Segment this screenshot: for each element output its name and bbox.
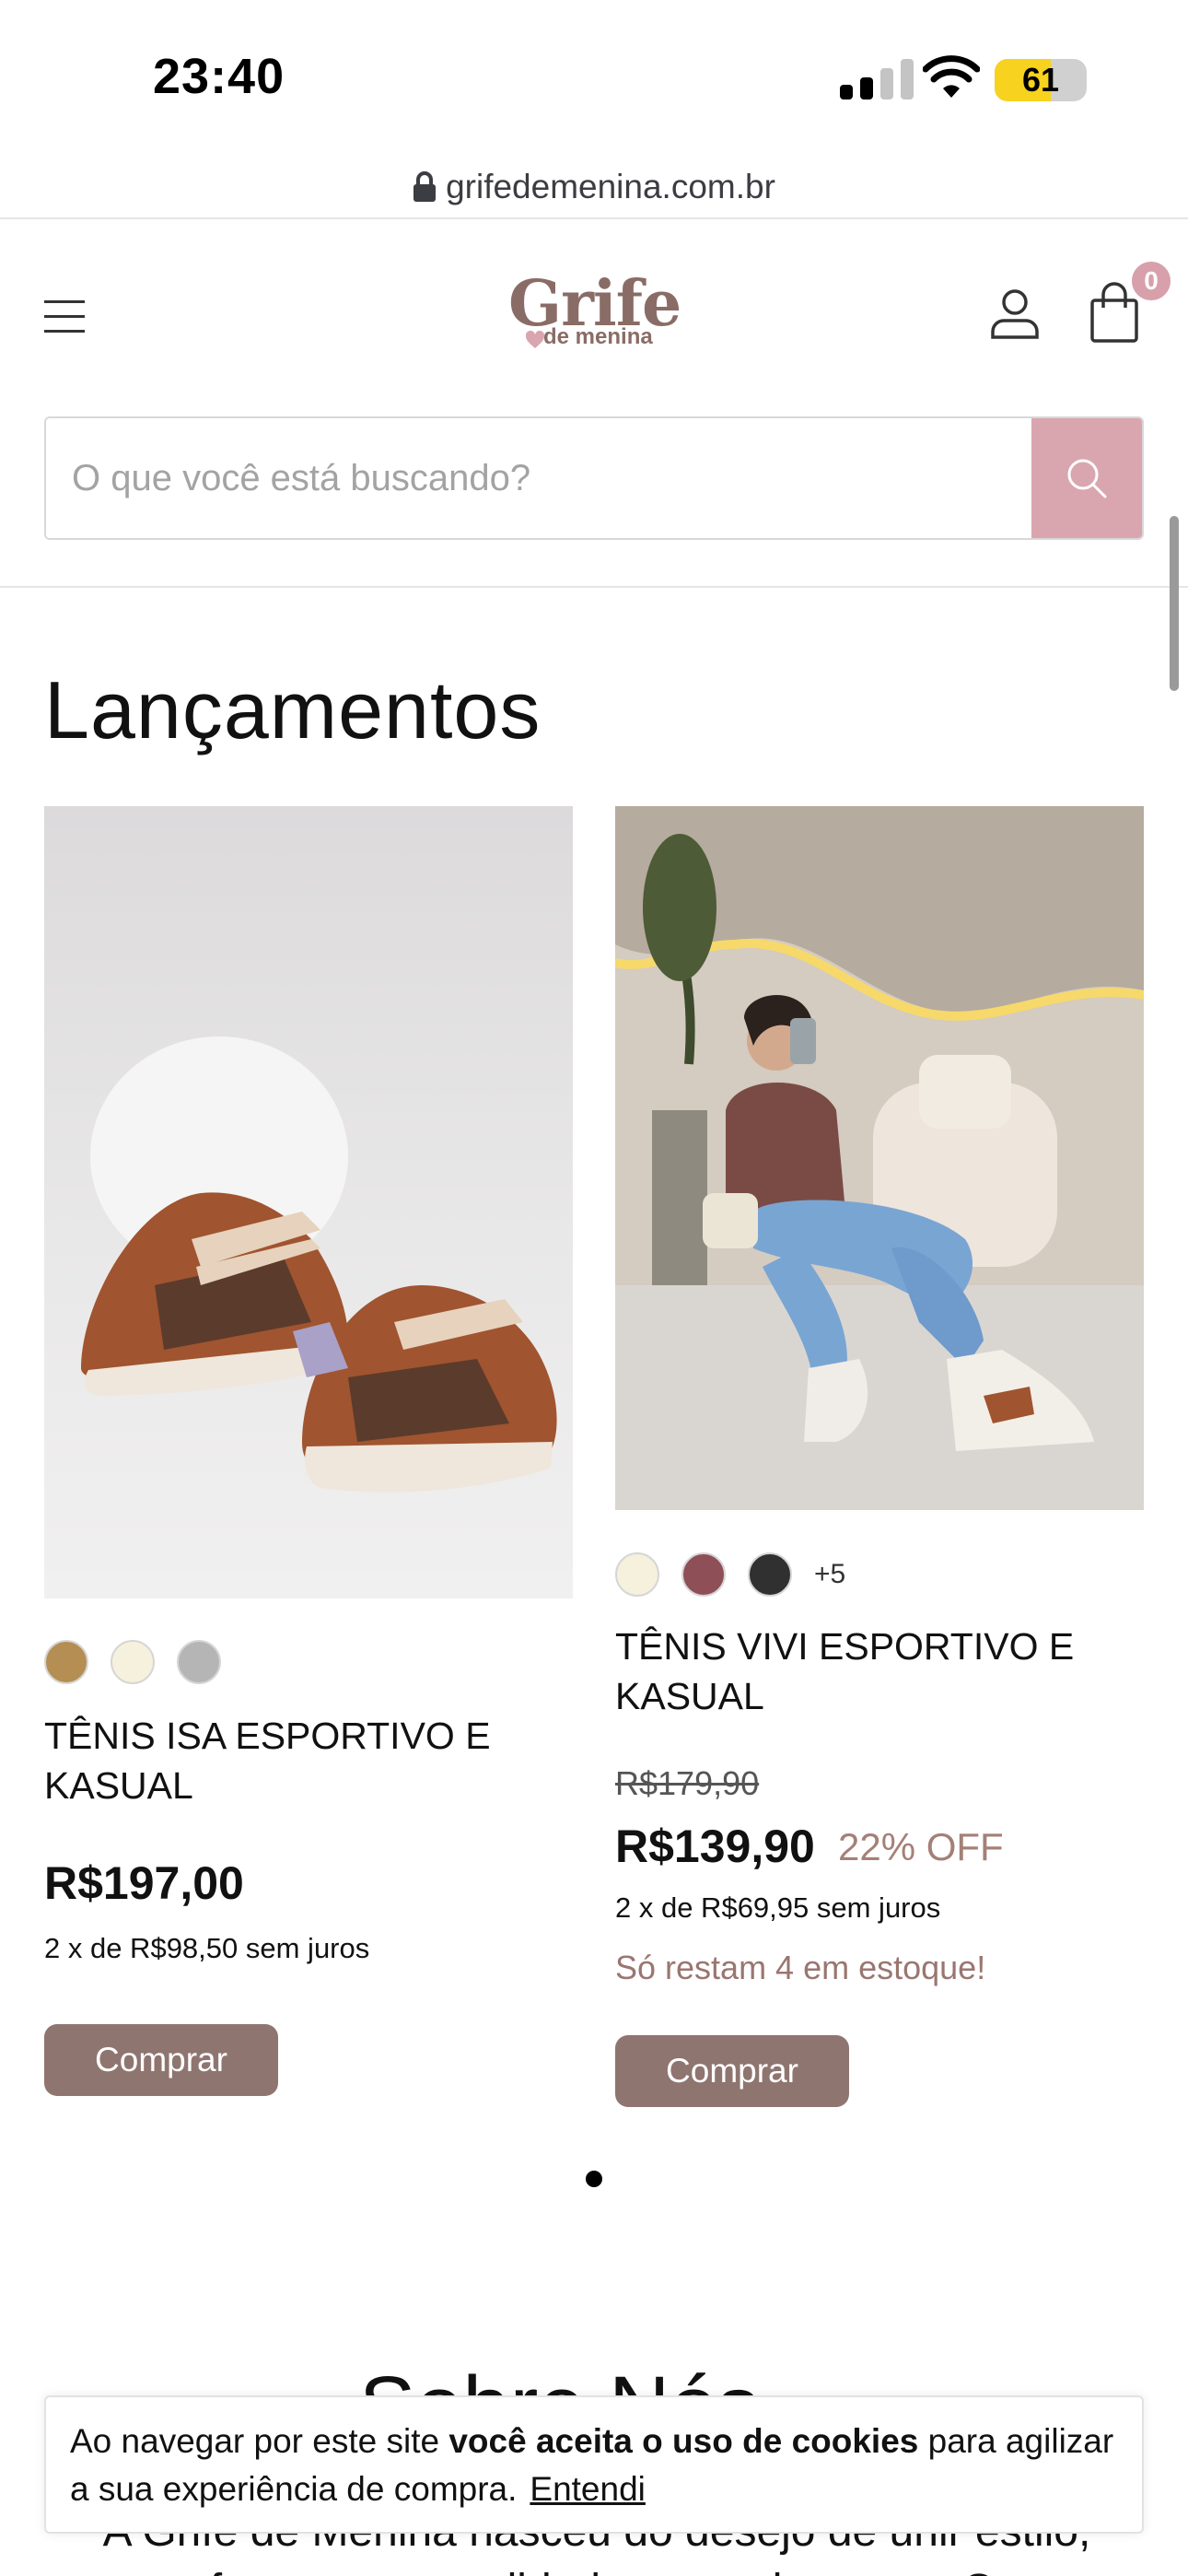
color-swatch[interactable] bbox=[111, 1640, 155, 1684]
product-image[interactable] bbox=[615, 806, 1144, 1510]
color-swatch[interactable] bbox=[748, 1552, 792, 1597]
product-price: R$197,00 bbox=[44, 1857, 244, 1909]
original-price: R$179,90 bbox=[615, 1764, 760, 1802]
page-scrollbar[interactable] bbox=[1170, 516, 1179, 691]
divider bbox=[0, 217, 1188, 219]
color-swatch[interactable] bbox=[177, 1640, 221, 1684]
stock-warning: Só restam 4 em estoque! bbox=[615, 1949, 986, 1986]
model-photo bbox=[615, 806, 1144, 1510]
product-card[interactable]: TÊNIS ISA ESPORTIVO E KASUAL R$197,00 2 … bbox=[44, 806, 573, 2096]
user-account-icon[interactable] bbox=[987, 286, 1042, 341]
logo-sub-text: de menina bbox=[543, 324, 653, 349]
lock-icon bbox=[413, 171, 437, 202]
product-card[interactable]: +5 TÊNIS VIVI ESPORTIVO E KASUAL R$179,9… bbox=[615, 806, 1144, 2107]
color-swatch[interactable] bbox=[615, 1552, 659, 1597]
installments-text: 2 x de R$98,50 sem juros bbox=[44, 1932, 370, 1964]
cookie-accept-link[interactable]: Entendi bbox=[530, 2470, 646, 2508]
site-logo[interactable]: Grife de menina bbox=[507, 267, 681, 359]
product-image[interactable] bbox=[44, 806, 573, 1598]
cookie-banner: Ao navegar por este site você aceita o u… bbox=[44, 2395, 1144, 2534]
cookie-text-bold: você aceita o uso de cookies bbox=[448, 2422, 919, 2460]
search-icon bbox=[1067, 459, 1107, 498]
color-swatch[interactable] bbox=[681, 1552, 726, 1597]
url-text: grifedemenina.com.br bbox=[446, 168, 775, 205]
wifi-icon bbox=[923, 55, 980, 98]
battery-cap bbox=[1074, 72, 1081, 88]
search-bar bbox=[44, 416, 1144, 540]
address-bar[interactable]: grifedemenina.com.br bbox=[0, 157, 1188, 217]
installments-text: 2 x de R$69,95 sem juros bbox=[615, 1891, 941, 1924]
cart-count-badge: 0 bbox=[1128, 258, 1174, 304]
color-swatches bbox=[44, 1640, 221, 1684]
cookie-text: Ao navegar por este site bbox=[70, 2422, 449, 2460]
cellular-signal-icon bbox=[840, 59, 915, 100]
sneakers-photo bbox=[81, 1036, 557, 1493]
section-title: Lançamentos bbox=[44, 664, 542, 755]
product-name[interactable]: TÊNIS VIVI ESPORTIVO E KASUAL bbox=[615, 1622, 1131, 1721]
divider bbox=[0, 586, 1188, 588]
color-swatch[interactable] bbox=[44, 1640, 88, 1684]
heart-icon bbox=[525, 330, 545, 348]
discount-badge: 22% OFF bbox=[838, 1825, 1004, 1868]
battery-percentage: 61 bbox=[1021, 61, 1060, 99]
buy-button[interactable]: Comprar bbox=[615, 2035, 849, 2107]
status-time: 23:40 bbox=[153, 49, 285, 104]
battery-icon: 61 bbox=[995, 59, 1087, 101]
hamburger-menu-icon[interactable] bbox=[44, 300, 85, 334]
color-swatches: +5 bbox=[615, 1552, 845, 1597]
product-name[interactable]: TÊNIS ISA ESPORTIVO E KASUAL bbox=[44, 1711, 560, 1810]
status-bar: 23:40 61 bbox=[0, 0, 1188, 138]
search-button[interactable] bbox=[1031, 418, 1142, 538]
search-input[interactable] bbox=[46, 418, 1033, 538]
more-colors-label[interactable]: +5 bbox=[814, 1559, 845, 1590]
carousel-dot[interactable] bbox=[586, 2171, 602, 2187]
buy-button[interactable]: Comprar bbox=[44, 2024, 278, 2096]
product-price: R$139,90 bbox=[615, 1821, 815, 1872]
